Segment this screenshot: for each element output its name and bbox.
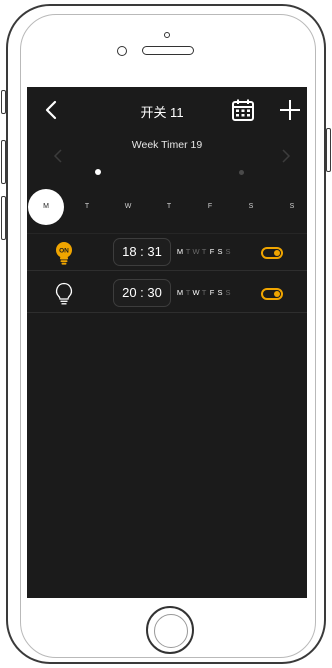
weekday-label: T (185, 247, 191, 256)
next-timer-button[interactable] (279, 147, 293, 165)
previous-timer-button[interactable] (51, 147, 65, 165)
timer-time[interactable]: 18 : 31 (113, 238, 171, 266)
app-screen: 开关 11 Week Timer 19 M T W T F S S ON 18 … (27, 87, 307, 598)
day-friday[interactable]: F (192, 189, 228, 225)
weekday-label: W (192, 288, 200, 297)
timer-row[interactable]: ON 18 : 31 MTWTFSS (27, 233, 307, 271)
weekday-label: T (201, 288, 207, 297)
back-button[interactable] (41, 99, 63, 121)
proximity-sensor (117, 46, 127, 56)
weekday-label: S (225, 247, 231, 256)
front-camera (164, 32, 170, 38)
weekday-label: M (176, 247, 184, 256)
day-tuesday[interactable]: T (69, 189, 105, 225)
calendar-button[interactable] (231, 98, 255, 122)
page-indicator-inactive[interactable] (239, 170, 244, 175)
bulb-toggle[interactable] (53, 282, 75, 306)
weekday-label: S (225, 288, 231, 297)
day-thursday[interactable]: T (151, 189, 187, 225)
power-button (326, 128, 331, 172)
day-sunday[interactable]: S (274, 189, 307, 225)
add-timer-button[interactable] (277, 97, 303, 123)
timer-time[interactable]: 20 : 30 (113, 279, 171, 307)
chevron-right-icon (282, 149, 291, 163)
plus-icon (280, 100, 300, 120)
day-saturday[interactable]: S (233, 189, 269, 225)
timer-weekdays: MTWTFSS (176, 288, 232, 300)
bulb-state-label: ON (59, 247, 69, 254)
earpiece-speaker (142, 46, 194, 55)
weekday-label: T (185, 288, 191, 297)
weekday-label: S (217, 288, 223, 297)
bulb-off-icon (56, 282, 72, 305)
bulb-on-icon: ON (56, 242, 72, 265)
timer-enable-toggle[interactable] (261, 288, 283, 300)
weekday-label: W (192, 247, 200, 256)
nav-bar: 开关 11 (27, 87, 307, 133)
home-button[interactable] (146, 606, 194, 654)
mute-switch (1, 90, 6, 114)
page-title: 开关 11 (140, 105, 184, 120)
weekday-label: M (176, 288, 184, 297)
day-selector: M T W T F S S (27, 189, 307, 225)
volume-down-button (1, 196, 6, 240)
page-indicator-active[interactable] (95, 169, 101, 175)
weekday-label: F (209, 247, 215, 256)
timer-weekdays: MTWTFSS (176, 247, 232, 259)
weekday-label: S (217, 247, 223, 256)
volume-up-button (1, 140, 6, 184)
weekday-label: F (209, 288, 215, 297)
calendar-icon (232, 99, 254, 121)
day-monday[interactable]: M (28, 189, 64, 225)
day-wednesday[interactable]: W (110, 189, 146, 225)
timer-row[interactable]: 20 : 30 MTWTFSS (27, 275, 307, 313)
chevron-left-icon (45, 100, 57, 120)
week-timer-title: Week Timer 19 (131, 139, 203, 151)
bulb-toggle[interactable]: ON (53, 241, 75, 265)
chevron-left-icon (53, 149, 62, 163)
timer-enable-toggle[interactable] (261, 247, 283, 259)
weekday-label: T (201, 247, 207, 256)
